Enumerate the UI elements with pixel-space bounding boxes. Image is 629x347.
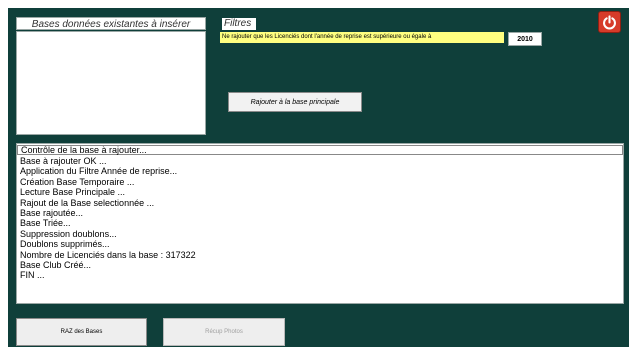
progress-log[interactable]: Contrôle de la base à rajouter... Base à… — [16, 143, 624, 304]
add-to-main-base-button[interactable]: Rajouter à la base principale — [228, 92, 362, 112]
bases-list-label: Bases données existantes à insérer — [16, 17, 206, 30]
filtres-label: Filtres — [222, 18, 256, 30]
log-line: Rajout de la Base selectionnée ... — [20, 197, 155, 208]
log-line: FIN ... — [20, 270, 45, 281]
bases-listbox[interactable] — [16, 31, 206, 135]
log-line: Base à rajouter OK ... — [20, 156, 107, 166]
recup-photos-button: Récup Photos — [163, 318, 285, 346]
log-line: Création Base Temporaire ... — [20, 176, 135, 187]
log-line: Contrôle de la base à rajouter... — [17, 145, 623, 155]
log-line: Nombre de Licenciés dans la base : 31732… — [20, 249, 196, 260]
log-line: Base rajoutée... — [20, 207, 84, 218]
power-icon — [603, 14, 616, 29]
log-line: Doublons supprimés... — [20, 239, 110, 250]
log-line: Base Club Créé... — [20, 259, 92, 270]
reset-bases-button[interactable]: RAZ des Bases — [16, 318, 147, 346]
log-line: Base Triée... — [20, 218, 71, 229]
filter-description: Ne rajouter que les Licenciés dont l'ann… — [220, 32, 504, 43]
year-filter-input[interactable]: 2010 — [508, 32, 542, 46]
log-line: Suppression doublons... — [20, 228, 117, 239]
log-line: Lecture Base Principale ... — [20, 187, 126, 198]
power-button[interactable] — [598, 11, 621, 33]
log-line: Application du Filtre Année de reprise..… — [20, 166, 178, 177]
